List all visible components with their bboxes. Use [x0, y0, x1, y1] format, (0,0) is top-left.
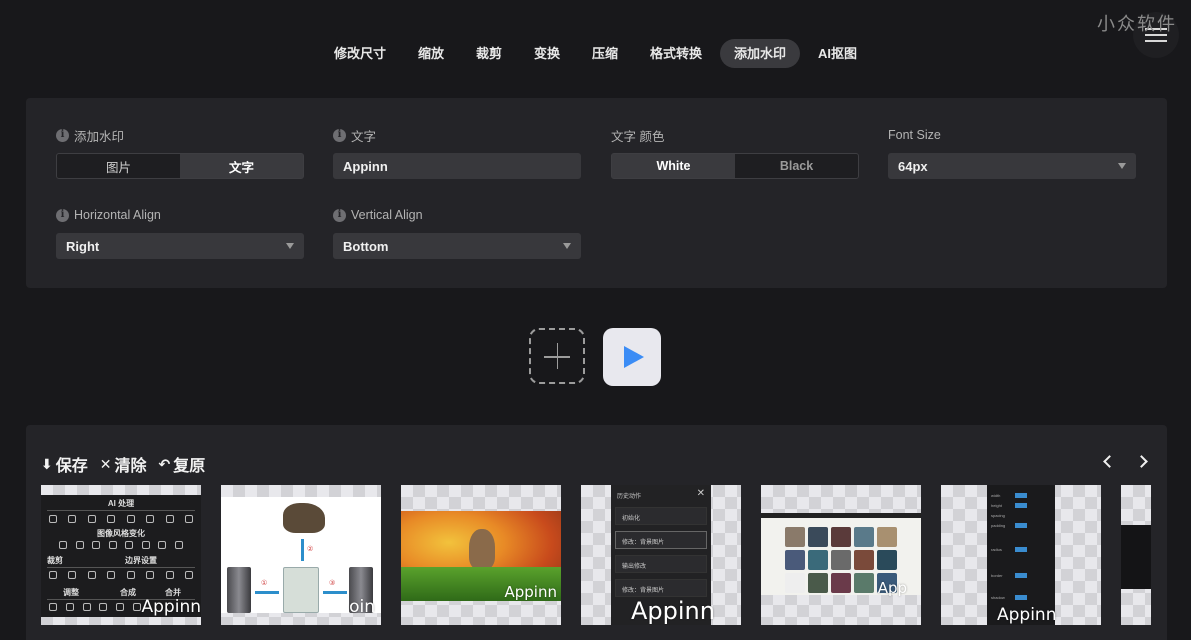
vertical-align-value: Bottom: [343, 238, 389, 254]
watermark-type-text-option[interactable]: 文字: [180, 154, 303, 178]
horizontal-align-label: Horizontal Align: [74, 208, 161, 222]
tab-compress[interactable]: 压缩: [578, 39, 632, 68]
vertical-align-label: Vertical Align: [351, 208, 423, 222]
vertical-align-field: i Vertical Align Bottom: [333, 207, 581, 259]
restore-label: 复原: [173, 458, 206, 475]
hamburger-icon-line: [1145, 40, 1167, 42]
save-label: 保存: [55, 458, 88, 475]
diagram-image: ② ① ③: [221, 497, 381, 613]
horizontal-align-field: i Horizontal Align Right: [56, 207, 304, 259]
tab-scale[interactable]: 缩放: [404, 39, 458, 68]
next-page-button[interactable]: [1134, 453, 1151, 469]
tab-resize[interactable]: 修改尺寸: [320, 39, 400, 68]
close-icon: ✕: [99, 455, 112, 472]
clear-button[interactable]: ✕ 清除: [100, 452, 147, 476]
watermark-text-input[interactable]: [333, 153, 581, 179]
thumbnail-strip: AI 处理 图像风格变化 裁剪 边界设置 调整 合成 合并 Appinn ② ①…: [41, 485, 1151, 625]
font-size-select[interactable]: 64px: [888, 153, 1136, 179]
fridge-image: [227, 567, 251, 613]
info-icon[interactable]: i: [333, 208, 346, 222]
text-color-field: 文字 颜色 White Black: [611, 127, 859, 179]
info-icon[interactable]: i: [333, 128, 346, 142]
brand-watermark: 小众软件: [1097, 14, 1177, 35]
thumbnail-heading: 图像风格变化: [97, 529, 145, 538]
restore-button[interactable]: ↶ 复原: [159, 452, 206, 476]
info-icon[interactable]: i: [56, 208, 69, 222]
elephant-image: [283, 503, 325, 533]
settings-panel-image: width height spacing padding radius bord…: [987, 485, 1055, 625]
watermark-text: Appinn: [141, 597, 201, 617]
thumbnail[interactable]: App: [761, 485, 921, 625]
text-color-black-option[interactable]: Black: [735, 154, 858, 178]
tab-format-convert[interactable]: 格式转换: [636, 39, 716, 68]
watermark-text: Appinn: [997, 605, 1057, 625]
watermark-type-toggle: 图片 文字: [56, 153, 304, 179]
clear-label: 清除: [114, 458, 147, 475]
caret-down-icon: [563, 243, 571, 249]
play-icon: [624, 346, 644, 368]
open-fridge-image: [283, 567, 319, 613]
prev-page-button[interactable]: [1099, 453, 1116, 469]
vertical-align-select[interactable]: Bottom: [333, 233, 581, 259]
font-size-field: Font Size 64px: [888, 127, 1136, 179]
thumbnail[interactable]: 历史动作 ✕ 初始化 修改：背景图片 输出修改 修改：背景图片 Appinn: [581, 485, 741, 625]
run-button[interactable]: [603, 328, 661, 386]
tab-crop[interactable]: 裁剪: [462, 39, 516, 68]
thumbnail[interactable]: ② ① ③ oin: [221, 485, 381, 625]
watermark-text: App: [877, 579, 907, 597]
horizontal-align-select[interactable]: Right: [56, 233, 304, 259]
text-color-white-option[interactable]: White: [612, 154, 735, 178]
text-label: 文字: [351, 129, 377, 144]
gallery-toolbar: ⬇ 保存 ✕ 清除 ↶ 复原: [41, 452, 205, 476]
watermark-type-field: i 添加水印 图片 文字: [56, 127, 304, 179]
chevron-left-icon: [1102, 454, 1116, 468]
add-image-button[interactable]: [529, 328, 585, 384]
watermark-text: Appinn: [504, 583, 558, 601]
tab-ai-cutout[interactable]: AI抠图: [804, 39, 871, 68]
caret-down-icon: [1118, 163, 1126, 169]
output-gallery: ⬇ 保存 ✕ 清除 ↶ 复原 AI 处理 图像风格变化 裁剪 边界设置 调整 合…: [26, 425, 1167, 640]
thumbnail[interactable]: Appinn: [401, 485, 561, 625]
watermark-type-image-option[interactable]: 图片: [57, 154, 180, 178]
save-button[interactable]: ⬇ 保存: [41, 452, 88, 476]
thumbnail[interactable]: width height spacing padding radius bord…: [941, 485, 1101, 625]
gallery-pager: [1099, 453, 1151, 469]
text-field: i 文字: [333, 127, 581, 179]
thumbnail[interactable]: [1121, 485, 1151, 625]
watermark-settings-panel: i 添加水印 图片 文字 i 文字 文字 颜色 White Black Font S…: [26, 98, 1167, 288]
tab-transform[interactable]: 变换: [520, 39, 574, 68]
watermark-text: oin: [349, 597, 375, 617]
info-icon[interactable]: i: [56, 128, 69, 142]
horizontal-align-value: Right: [66, 238, 100, 254]
undo-icon: ↶: [158, 455, 171, 472]
tool-tabs: 修改尺寸 缩放 裁剪 变换 压缩 格式转换 添加水印 AI抠图: [0, 39, 1191, 68]
chevron-right-icon: [1134, 454, 1148, 468]
text-color-label: 文字 颜色: [611, 129, 665, 144]
download-icon: ⬇: [41, 455, 53, 472]
caret-down-icon: [286, 243, 294, 249]
font-size-label: Font Size: [888, 128, 941, 142]
thumbnail[interactable]: AI 处理 图像风格变化 裁剪 边界设置 调整 合成 合并 Appinn: [41, 485, 201, 625]
thumbnail-heading: 边界设置: [125, 556, 157, 565]
partial-thumbnail-image: [1121, 525, 1151, 589]
font-size-value: 64px: [898, 158, 928, 174]
thumbnail-heading: AI 处理: [107, 499, 135, 508]
action-buttons: [529, 328, 661, 386]
text-color-toggle: White Black: [611, 153, 859, 179]
tab-add-watermark[interactable]: 添加水印: [720, 39, 801, 68]
watermark-text: Appinn: [631, 597, 715, 625]
watermark-type-label: 添加水印: [74, 129, 125, 144]
